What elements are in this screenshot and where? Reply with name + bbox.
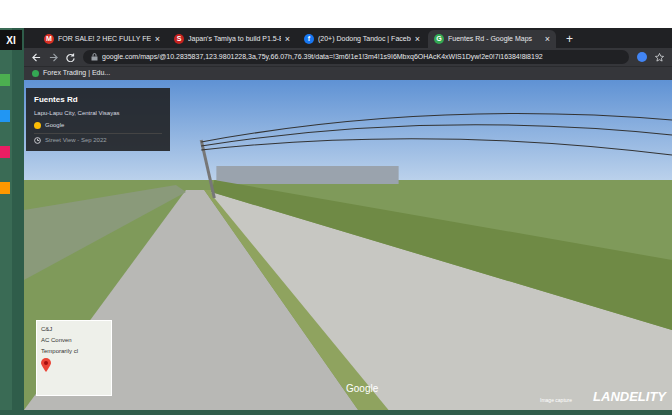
tab-close[interactable]: ×: [415, 35, 420, 44]
browser-tab[interactable]: M FOR SALE! 2 HEC FULLY FENCED ×: [38, 30, 166, 48]
address-bar[interactable]: google.com/maps/@10.2835837,123.9801228,…: [83, 50, 629, 64]
tab-title: (20+) Dodong Tandoc | Facebook: [318, 34, 411, 45]
bookmarks-bar: Forex Trading | Edu...: [24, 66, 672, 80]
google-watermark: Google: [346, 381, 378, 396]
reload-icon[interactable]: [66, 53, 75, 62]
map-label: C&J: [41, 325, 107, 333]
desktop-icon[interactable]: XI: [0, 30, 22, 50]
tab-title: Japan's Tamiya to build P1.5-Bil...: [188, 34, 281, 45]
location-card[interactable]: Fuentes Rd Lapu-Lapu City, Central Visaya…: [26, 88, 170, 151]
tab-favicon-icon: M: [44, 34, 54, 44]
address-text: google.com/maps/@10.2835837,123.9801228,…: [102, 52, 543, 63]
back-icon[interactable]: [32, 53, 41, 62]
bookmark-favicon-icon: [32, 70, 39, 77]
capture-date: Street View - Sep 2022: [45, 136, 107, 145]
tab-close[interactable]: ×: [155, 35, 160, 44]
place-subtitle: Lapu-Lapu City, Central Visayas: [34, 109, 162, 118]
browser-tab[interactable]: S Japan's Tamiya to build P1.5-Bil... ×: [168, 30, 296, 48]
desktop-icon-label: XI: [6, 33, 15, 48]
google-logo-icon: [34, 122, 41, 129]
desktop-icons: XI: [0, 28, 12, 410]
brand-watermark: LANDELITY: [593, 387, 666, 407]
browser-tab[interactable]: f (20+) Dodong Tandoc | Facebook ×: [298, 30, 426, 48]
tab-close[interactable]: ×: [545, 35, 550, 44]
tab-title: FOR SALE! 2 HEC FULLY FENCED: [58, 34, 151, 45]
map-label: Temporarily cl: [41, 347, 107, 355]
tab-favicon-icon: G: [434, 34, 444, 44]
forward-icon[interactable]: [49, 53, 58, 62]
tab-close[interactable]: ×: [285, 35, 290, 44]
source: Google: [45, 121, 64, 130]
tab-bar: M FOR SALE! 2 HEC FULLY FENCED × S Japan's T…: [24, 28, 672, 48]
tab-favicon-icon: S: [174, 34, 184, 44]
pin-icon: [41, 358, 51, 372]
bookmark[interactable]: Forex Trading | Edu...: [43, 68, 110, 79]
image-capture: Image capture: [540, 397, 572, 405]
tab-title: Fuentes Rd - Google Maps: [448, 34, 541, 45]
profile-icon[interactable]: [637, 52, 647, 62]
browser-window: M FOR SALE! 2 HEC FULLY FENCED × S Japan's T…: [24, 28, 672, 410]
browser-tab[interactable]: G Fuentes Rd - Google Maps ×: [428, 30, 556, 48]
star-icon[interactable]: [655, 53, 664, 62]
toolbar: google.com/maps/@10.2835837,123.9801228,…: [24, 48, 672, 66]
new-tab-button[interactable]: +: [558, 30, 581, 48]
clock-icon: [34, 137, 41, 144]
mini-map[interactable]: C&J AC Conven Temporarily cl: [36, 320, 112, 396]
street-view[interactable]: Fuentes Rd Lapu-Lapu City, Central Visaya…: [24, 80, 672, 410]
map-label: AC Conven: [41, 336, 107, 344]
tab-favicon-icon: f: [304, 34, 314, 44]
lock-icon: [91, 53, 98, 61]
place-title: Fuentes Rd: [34, 94, 162, 106]
